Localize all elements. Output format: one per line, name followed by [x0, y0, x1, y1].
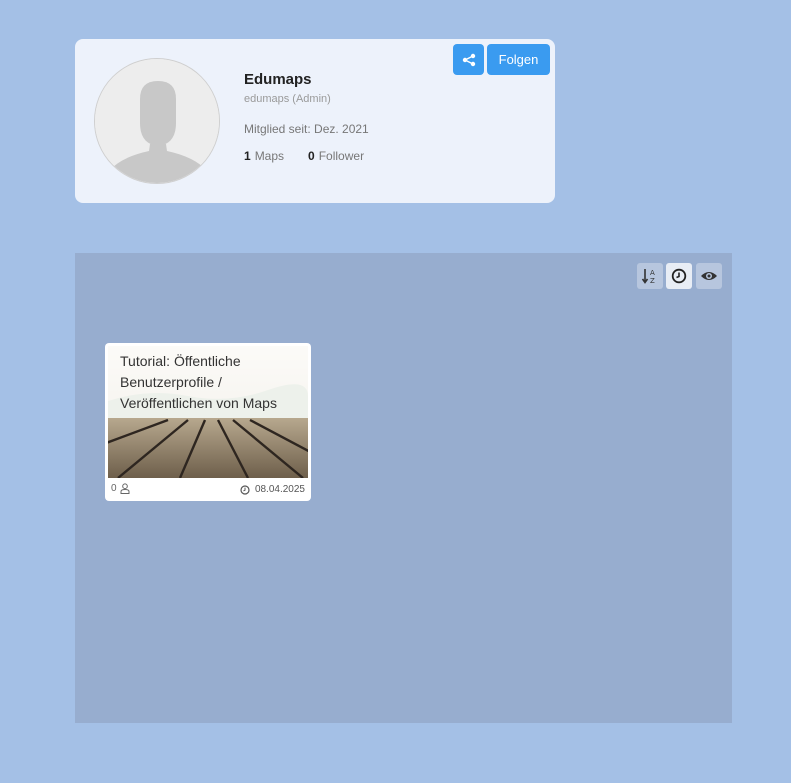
- maps-label: Maps: [254, 149, 285, 163]
- follower-count: 0: [308, 149, 315, 163]
- views-button[interactable]: [696, 263, 722, 289]
- map-thumbnail[interactable]: Tutorial: Öffentliche Benutzerprofile / …: [108, 346, 308, 478]
- profile-stats: 1 Maps 0 Follower: [244, 149, 364, 163]
- map-card[interactable]: Tutorial: Öffentliche Benutzerprofile / …: [105, 343, 311, 501]
- member-since: Mitglied seit: Dez. 2021: [244, 122, 369, 136]
- user-count: 0: [111, 483, 117, 494]
- sort-alpha-button[interactable]: A Z: [637, 263, 663, 289]
- follow-button[interactable]: Folgen: [487, 44, 550, 75]
- avatar: [94, 58, 220, 184]
- svg-text:Z: Z: [650, 277, 655, 285]
- clock-icon: [671, 268, 687, 284]
- map-user-count: 0: [111, 483, 130, 494]
- sort-alpha-icon: A Z: [641, 269, 655, 285]
- eye-icon: [701, 272, 717, 280]
- map-date: 08.04.2025: [240, 484, 305, 495]
- follower-label: Follower: [318, 149, 365, 163]
- user-icon: [120, 483, 130, 494]
- date-text: 08.04.2025: [254, 484, 305, 495]
- profile-card: Edumaps edumaps (Admin) Mitglied seit: D…: [75, 39, 555, 203]
- sort-date-button[interactable]: [666, 263, 692, 289]
- map-title[interactable]: Tutorial: Öffentliche Benutzerprofile / …: [120, 351, 300, 414]
- maps-count: 1: [244, 149, 251, 163]
- share-button[interactable]: [453, 44, 484, 75]
- maps-panel: A Z Tutorial: Öffentliche Benutzerprofil…: [75, 253, 732, 723]
- user-name: Edumaps: [244, 71, 312, 88]
- clock-icon: [240, 484, 250, 495]
- share-icon: [462, 53, 475, 66]
- user-role: edumaps (Admin): [244, 93, 331, 105]
- maps-stat[interactable]: 1 Maps: [244, 149, 284, 163]
- svg-text:A: A: [650, 269, 655, 277]
- follower-stat[interactable]: 0 Follower: [308, 149, 364, 163]
